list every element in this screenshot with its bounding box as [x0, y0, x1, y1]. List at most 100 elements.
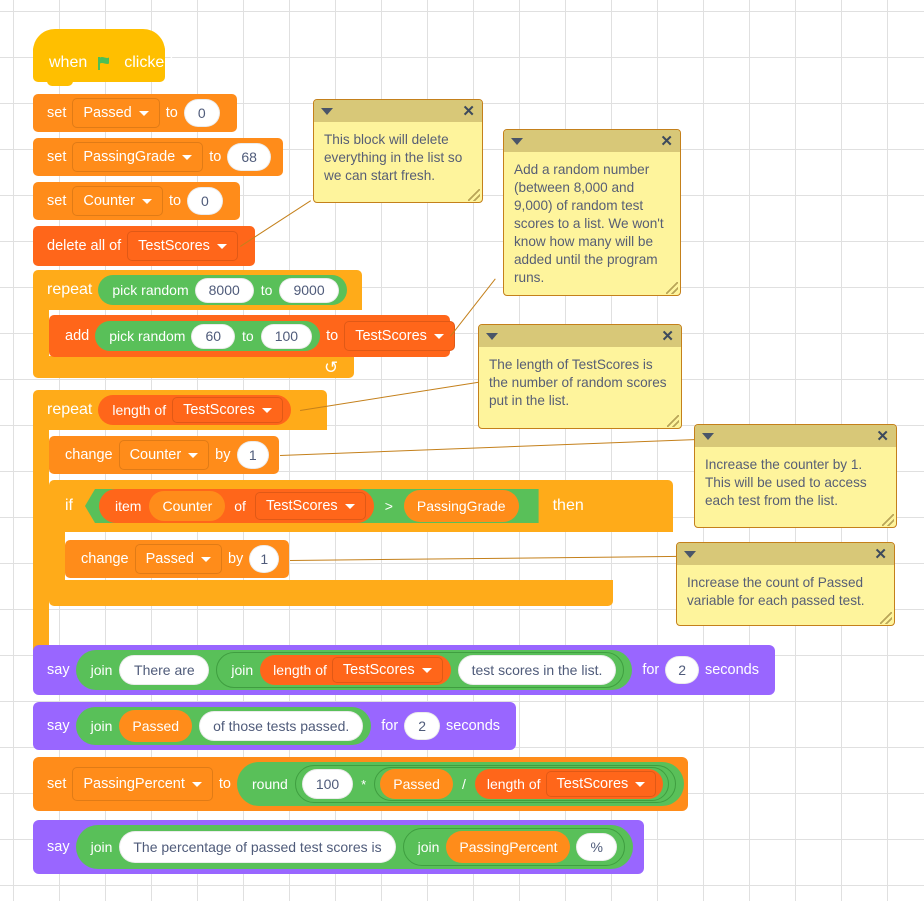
resize-handle[interactable] — [468, 189, 480, 201]
pick-random-to-input[interactable]: 9000 — [279, 277, 339, 303]
resize-handle[interactable] — [880, 612, 892, 624]
close-icon[interactable]: ✕ — [876, 429, 889, 444]
collapse-chevron-icon[interactable] — [511, 137, 523, 145]
to-label: to — [209, 149, 222, 165]
there-are-text-input[interactable]: There are — [119, 655, 210, 685]
resize-handle[interactable] — [667, 415, 679, 427]
set-counter-block[interactable]: set Counter to 0 — [33, 182, 240, 220]
when-flag-clicked-block[interactable]: when clicked — [33, 29, 173, 82]
testscores-list-dropdown[interactable]: TestScores — [254, 492, 366, 520]
comment-header[interactable]: ✕ — [479, 325, 681, 347]
passed-variable-dropdown[interactable]: Passed — [134, 544, 222, 574]
say-passed-block[interactable]: say join Passed of those tests passed. f… — [33, 702, 516, 750]
collapse-chevron-icon[interactable] — [684, 550, 696, 558]
passingpercent-variable-reporter[interactable]: PassingPercent — [446, 831, 571, 863]
set-passinggrade-block[interactable]: set PassingGrade to 68 — [33, 138, 283, 176]
join-outer-operator[interactable]: join The percentage of passed test score… — [75, 825, 633, 869]
comment-text: The length of TestScores is the number o… — [489, 357, 671, 408]
testscores-list-dropdown[interactable]: TestScores — [172, 397, 283, 423]
divide-operator[interactable]: Passed / length of TestScores — [374, 767, 670, 801]
passed-variable-reporter[interactable]: Passed — [380, 769, 453, 799]
set-passed-block[interactable]: set Passed to 0 — [33, 94, 237, 132]
say-passed-seconds-input[interactable]: 2 — [404, 712, 440, 740]
counter-variable-dropdown[interactable]: Counter — [72, 186, 163, 216]
resize-handle[interactable] — [882, 514, 894, 526]
pick-random-to-input[interactable]: 100 — [260, 323, 313, 349]
collapse-chevron-icon[interactable] — [321, 107, 333, 115]
to-label: to — [165, 105, 178, 121]
passinggrade-variable-dropdown[interactable]: PassingGrade — [72, 142, 204, 172]
comment-header[interactable]: ✕ — [695, 425, 896, 447]
comment-header[interactable]: ✕ — [504, 130, 680, 152]
percent-sign-input[interactable]: % — [576, 833, 617, 861]
item-of-list-reporter[interactable]: item Counter of TestScores — [99, 489, 374, 523]
when-label: when — [49, 54, 88, 71]
greater-than-operator[interactable]: item Counter of TestScores > PassingGrad… — [85, 489, 539, 523]
comment-connector-line — [300, 381, 482, 411]
hundred-input[interactable]: 100 — [301, 769, 354, 799]
pick-random-from-input[interactable]: 8000 — [194, 277, 254, 303]
join-label: join — [90, 839, 113, 855]
repeat-label: repeat — [47, 281, 93, 298]
change-passed-block[interactable]: change Passed by 1 — [65, 540, 289, 578]
comment-delete-all[interactable]: ✕ This block will delete everything in t… — [313, 99, 483, 203]
testscores-list-dropdown[interactable]: TestScores — [331, 657, 443, 683]
say-percent-block[interactable]: say join The percentage of passed test s… — [33, 820, 644, 874]
length-of-list-reporter[interactable]: length of TestScores — [474, 769, 664, 799]
pick-random-operator[interactable]: pick random 8000 to 9000 — [98, 275, 347, 305]
comment-text: This block will delete everything in the… — [324, 132, 467, 183]
comment-header[interactable]: ✕ — [677, 543, 894, 565]
say-count-block[interactable]: say join There are join length of TestSc… — [33, 645, 775, 695]
comment-counter[interactable]: ✕ Increase the counter by 1. This will b… — [694, 424, 897, 528]
resize-handle[interactable] — [666, 282, 678, 294]
repeat-outer-header[interactable]: repeat pick random 8000 to 9000 — [33, 270, 362, 310]
counter-increment-input[interactable]: 1 — [236, 441, 269, 469]
percentage-text-input[interactable]: The percentage of passed test scores is — [119, 831, 396, 863]
repeat-label: repeat — [47, 401, 93, 418]
add-label: add — [65, 328, 90, 344]
testscores-list-label: TestScores — [342, 662, 415, 678]
passed-variable-dropdown[interactable]: Passed — [72, 98, 160, 128]
comment-header[interactable]: ✕ — [314, 100, 482, 122]
collapse-chevron-icon[interactable] — [702, 432, 714, 440]
passingpercent-variable-dropdown[interactable]: PassingPercent — [72, 767, 213, 801]
join-inner-operator[interactable]: join PassingPercent % — [402, 828, 625, 866]
length-of-list-reporter[interactable]: length of TestScores — [98, 395, 291, 425]
close-icon[interactable]: ✕ — [462, 104, 475, 119]
testscores-list-dropdown[interactable]: TestScores — [127, 231, 238, 261]
passed-value-input[interactable]: 0 — [183, 99, 220, 127]
comment-length[interactable]: ✕ The length of TestScores is the number… — [478, 324, 682, 429]
comment-add-random[interactable]: ✕ Add a random number (between 8,000 and… — [503, 129, 681, 296]
testscores-list-dropdown[interactable]: TestScores — [545, 771, 657, 797]
repeat-inner-header[interactable]: repeat length of TestScores — [33, 390, 327, 430]
close-icon[interactable]: ✕ — [660, 134, 673, 149]
comment-passed[interactable]: ✕ Increase the count of Passed variable … — [676, 542, 895, 626]
if-header[interactable]: if item Counter of TestScores > PassingG… — [49, 480, 673, 532]
counter-value-input[interactable]: 0 — [187, 187, 223, 215]
counter-variable-dropdown[interactable]: Counter — [118, 440, 210, 470]
passed-variable-reporter[interactable]: Passed — [119, 710, 193, 742]
pick-random-operator[interactable]: pick random 60 to 100 — [95, 321, 321, 351]
close-icon[interactable]: ✕ — [874, 547, 887, 562]
pick-random-from-input[interactable]: 60 — [191, 323, 236, 349]
multiply-operator[interactable]: 100 * Passed / length of TestScores — [294, 765, 677, 803]
join-inner-operator[interactable]: join length of TestScores test scores in… — [216, 652, 625, 688]
join-outer-operator[interactable]: join There are join length of TestScores… — [75, 650, 633, 690]
test-scores-text-input[interactable]: test scores in the list. — [457, 655, 617, 685]
counter-variable-reporter[interactable]: Counter — [149, 491, 226, 521]
add-to-list-block[interactable]: add pick random 60 to 100 to TestScores — [49, 315, 455, 357]
passinggrade-variable-reporter[interactable]: PassingGrade — [403, 490, 519, 522]
join-operator[interactable]: join Passed of those tests passed. — [75, 707, 372, 745]
round-operator[interactable]: round 100 * Passed / length of TestScore… — [237, 762, 685, 806]
set-passingpercent-block[interactable]: set PassingPercent to round 100 * Passed… — [33, 757, 688, 811]
testscores-list-dropdown[interactable]: TestScores — [344, 321, 455, 351]
change-counter-block[interactable]: change Counter by 1 — [49, 436, 279, 474]
tests-passed-text-input[interactable]: of those tests passed. — [199, 711, 364, 741]
length-of-list-reporter[interactable]: length of TestScores — [260, 655, 451, 685]
collapse-chevron-icon[interactable] — [486, 332, 498, 340]
close-icon[interactable]: ✕ — [661, 329, 674, 344]
say-count-seconds-input[interactable]: 2 — [665, 656, 699, 684]
passinggrade-value-input[interactable]: 68 — [227, 143, 271, 171]
passed-increment-input[interactable]: 1 — [249, 545, 280, 573]
delete-all-of-block[interactable]: delete all of TestScores — [33, 226, 255, 266]
